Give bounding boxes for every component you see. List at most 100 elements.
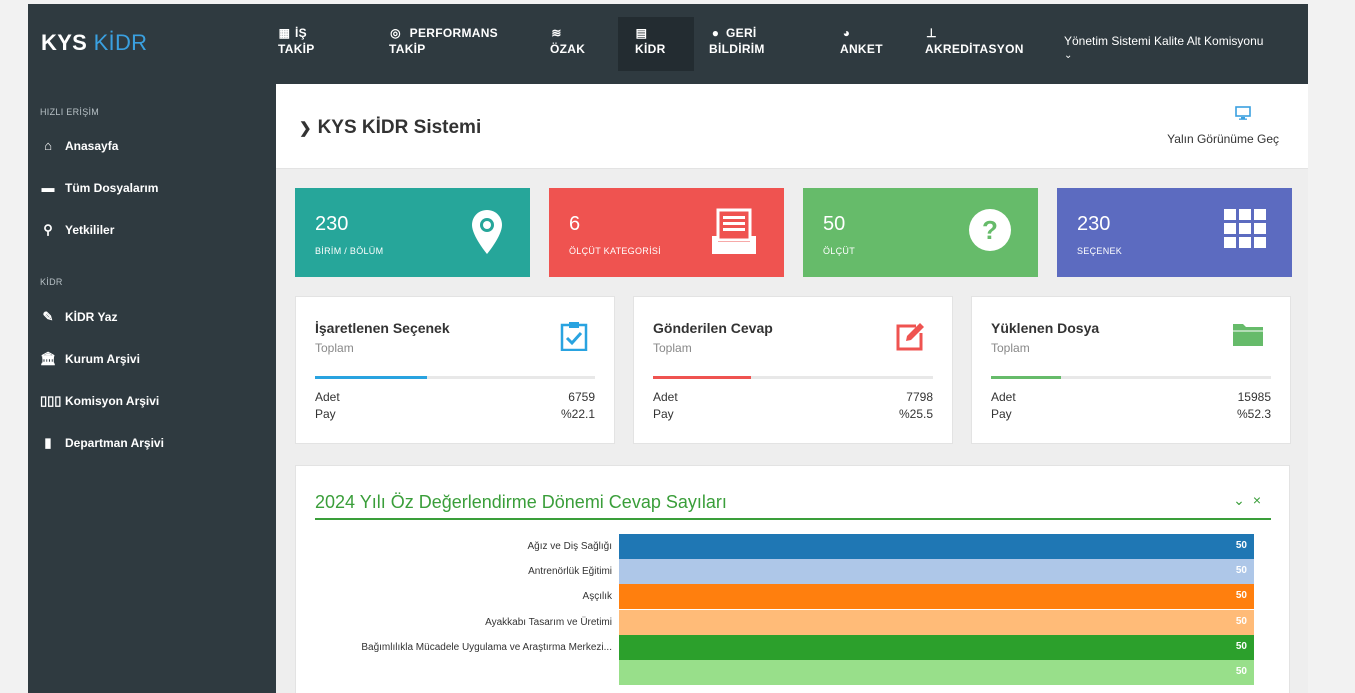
stat-label: SEÇENEK: [1077, 246, 1123, 256]
sidebar-section-quick-access: HIZLI ERİŞİM: [40, 107, 100, 117]
grid-icon: [1224, 208, 1266, 255]
sidebar-item-label: Komisyon Arşivi: [65, 394, 160, 408]
share-label: Pay: [991, 407, 1012, 421]
chart-category-label: Aşçılık: [582, 591, 612, 603]
card-title: Gönderilen Cevap: [653, 320, 773, 336]
nav-label-line2: TAKİP: [389, 42, 426, 56]
sidebar-item-yetkililer[interactable]: ⚲ Yetkililer: [40, 222, 114, 238]
clipboard-check-icon: [560, 321, 588, 356]
sidebar-item-label: Kurum Arşivi: [65, 352, 140, 366]
main-content: ❯ KYS KİDR Sistemi Yalın Görünüme Geç 230…: [276, 84, 1308, 693]
chart-bar[interactable]: 50: [619, 559, 1254, 585]
progress-fill: [991, 376, 1061, 379]
app-window: KYS KİDR ▦ İŞ TAKİP ◎ PERFORMANS TAKİP ≋ …: [28, 4, 1308, 693]
brand-logo[interactable]: KYS KİDR: [41, 30, 147, 56]
nav-ozak[interactable]: ≋ ÖZAK: [550, 17, 585, 71]
card-title: Yüklenen Dosya: [991, 320, 1100, 336]
stat-tile-birim[interactable]: 230 BİRİM / BÖLÜM: [295, 188, 530, 277]
chart-panel: 2024 Yılı Öz Değerlendirme Dönemi Cevap …: [295, 465, 1290, 693]
map-marker-icon: [470, 208, 504, 261]
nav-anket[interactable]: ◕ ANKET: [840, 17, 883, 71]
share-value: %25.5: [898, 407, 933, 421]
sidebar-item-komisyon-arsivi[interactable]: ▯▯▯ Komisyon Arşivi: [40, 393, 159, 409]
close-icon[interactable]: ×: [1253, 492, 1269, 508]
share-value: %22.1: [560, 407, 595, 421]
chart-bar-value: 50: [1235, 615, 1247, 627]
top-navbar: KYS KİDR ▦ İŞ TAKİP ◎ PERFORMANS TAKİP ≋ …: [28, 4, 1308, 84]
nav-label-line2: ÖZAK: [550, 42, 586, 56]
stat-value: 230: [1077, 213, 1111, 235]
stat-value: 6: [569, 213, 581, 235]
share-value: %52.3: [1236, 407, 1271, 421]
sidebar: HIZLI ERİŞİM ⌂ Anasayfa ▬ Tüm Dosyalarım ⚲…: [28, 84, 276, 693]
progress-bar: [315, 376, 595, 379]
pie-chart-icon: ◕: [842, 26, 851, 40]
collapse-chevron-icon[interactable]: ⌄: [1233, 492, 1253, 508]
chevron-down-icon: ⌄: [1064, 50, 1073, 61]
progress-fill: [315, 376, 427, 379]
share-row: Pay %22.1: [315, 407, 595, 421]
sidebar-item-label: Tüm Dosyalarım: [65, 180, 159, 195]
card-yuklenen-dosya: Yüklenen Dosya Toplam Adet 15985 Pay %52.3: [971, 296, 1291, 444]
question-circle-icon: ?: [968, 208, 1012, 257]
nav-kidr[interactable]: ▤ KİDR: [618, 17, 694, 71]
sidebar-item-kurum-arsivi[interactable]: 🏛 Kurum Arşivi: [40, 351, 140, 367]
stat-label: ÖLÇÜT: [823, 246, 856, 256]
monitor-icon: [1207, 106, 1279, 125]
sidebar-item-anasayfa[interactable]: ⌂ Anasayfa: [40, 138, 118, 153]
folder-icon: [1232, 321, 1264, 352]
simple-view-button[interactable]: Yalın Görünüme Geç: [1167, 106, 1279, 146]
brand-strong: KYS: [41, 30, 88, 55]
stat-tile-secenek[interactable]: 230 SEÇENEK: [1057, 188, 1292, 277]
chart-bar-value: 50: [1235, 565, 1247, 577]
nav-performans-takip[interactable]: ◎ PERFORMANS TAKİP: [389, 17, 498, 71]
pen-icon: ✎: [42, 309, 54, 324]
count-value: 15985: [1237, 390, 1271, 404]
clipboard-icon: ▤: [635, 26, 648, 40]
chart-bar[interactable]: 50: [619, 634, 1254, 660]
page-title-text: KYS KİDR Sistemi: [317, 117, 482, 138]
chart-category-label: Antrenörlük Eğitimi: [528, 566, 612, 578]
sidebar-item-label: Anasayfa: [65, 138, 119, 153]
nav-label-line1: GERİ: [726, 26, 757, 40]
share-label: Pay: [315, 407, 336, 421]
nav-geri-bildirim[interactable]: ● GERİ BİLDİRİM: [709, 17, 765, 71]
nav-label-line2: KİDR: [635, 42, 666, 56]
nav-label-line1: İŞ: [295, 26, 307, 40]
layers-icon: ≋: [551, 26, 562, 40]
chart-category-label: Ayakkabı Tasarım ve Üretimi: [485, 616, 612, 628]
department-dropdown[interactable]: Yönetim Sistemi Kalite Alt Komisyonu ⌄: [1064, 34, 1263, 61]
sidebar-item-departman-arsivi[interactable]: ▮ Departman Arşivi: [40, 435, 164, 451]
stat-value: 50: [823, 213, 846, 235]
chart-bar[interactable]: 50: [619, 609, 1254, 635]
share-label: Pay: [653, 407, 674, 421]
target-icon: ◎: [390, 26, 401, 40]
card-isaretlenen-secenek: İşaretlenen Seçenek Toplam Adet 6759 Pay%…: [295, 296, 615, 444]
count-row: Adet 6759: [315, 390, 595, 404]
share-row: Pay %25.5: [653, 407, 933, 421]
chart-bar[interactable]: 50: [619, 534, 1254, 559]
home-icon: ⌂: [44, 138, 52, 153]
department-label: Yönetim Sistemi Kalite Alt Komisyonu: [1064, 34, 1264, 48]
card-subtitle: Toplam: [653, 341, 692, 355]
edit-square-icon: [894, 321, 926, 358]
chart-bar[interactable]: 50: [619, 660, 1254, 685]
chart-bar[interactable]: 50: [619, 584, 1254, 610]
card-subtitle: Toplam: [315, 341, 354, 355]
nav-akreditasyon[interactable]: ⊥ AKREDİTASYON: [925, 17, 1024, 71]
sidebar-item-tum-dosyalarim[interactable]: ▬ Tüm Dosyalarım: [40, 180, 159, 195]
page-title: ❯ KYS KİDR Sistemi: [299, 117, 481, 139]
institution-icon: 🏛: [40, 351, 57, 366]
stat-tile-olcut-kategorisi[interactable]: 6 ÖLÇÜT KATEGORİSİ: [549, 188, 784, 277]
nav-label-line2: TAKİP: [278, 42, 315, 56]
comment-icon: ●: [711, 26, 720, 40]
sidebar-item-kidr-yaz[interactable]: ✎ KİDR Yaz: [40, 309, 118, 325]
count-value: 7798: [906, 390, 933, 404]
nav-is-takip[interactable]: ▦ İŞ TAKİP: [278, 17, 315, 71]
stat-tile-olcut[interactable]: 50 ÖLÇÜT ?: [803, 188, 1038, 277]
card-gonderilen-cevap: Gönderilen Cevap Toplam Adet 7798 Pay %25.…: [633, 296, 953, 444]
count-label: Adet: [315, 390, 340, 404]
chart-bar-value: 50: [1235, 590, 1247, 602]
share-row: Pay %52.3: [991, 407, 1271, 421]
count-label: Adet: [991, 390, 1016, 404]
